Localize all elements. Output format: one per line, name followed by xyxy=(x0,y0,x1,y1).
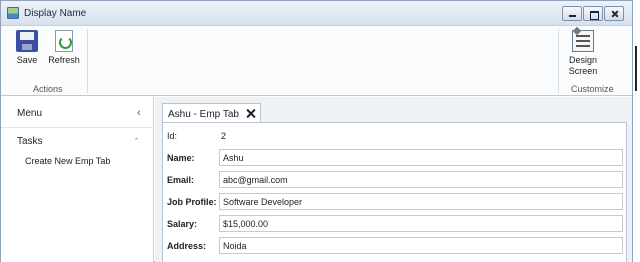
email-row: Email: xyxy=(167,171,625,189)
design-screen-button[interactable]: Design Screen xyxy=(561,30,605,76)
name-label: Name: xyxy=(167,153,195,163)
refresh-button[interactable]: Refresh xyxy=(45,30,83,65)
save-button[interactable]: Save xyxy=(13,30,41,65)
chevron-left-icon[interactable]: ‹ xyxy=(137,108,141,119)
tab-ashu-emp[interactable]: Ashu - Emp Tab xyxy=(162,103,261,123)
customize-group-label: Customize xyxy=(571,84,614,94)
tab-label: Ashu - Emp Tab xyxy=(168,109,239,120)
job-profile-field[interactable] xyxy=(219,193,623,210)
chevron-up-icon[interactable]: ˆ xyxy=(135,137,138,147)
close-icon[interactable] xyxy=(245,108,257,120)
save-icon xyxy=(16,30,38,52)
window-title: Display Name xyxy=(24,8,87,19)
design-label-line1: Design xyxy=(568,55,597,65)
refresh-label: Refresh xyxy=(48,55,80,65)
sidebar-item-create-new-emp-tab[interactable]: Create New Emp Tab xyxy=(25,156,110,166)
salary-row: Salary: xyxy=(167,215,625,233)
save-label: Save xyxy=(16,55,38,65)
design-screen-icon xyxy=(572,30,594,52)
minimize-button[interactable] xyxy=(562,6,582,21)
address-row: Address: xyxy=(167,237,625,255)
app-window: Display Name Save Refresh Actions Design… xyxy=(0,0,633,262)
design-label-line2: Screen xyxy=(568,66,598,76)
job-profile-row: Job Profile: xyxy=(167,193,625,211)
name-field[interactable] xyxy=(219,149,623,166)
tasks-title[interactable]: Tasks xyxy=(17,136,43,147)
id-value: 2 xyxy=(221,131,227,141)
refresh-icon xyxy=(55,30,73,52)
id-label: Id: xyxy=(167,131,178,141)
ribbon-divider xyxy=(87,29,88,93)
app-icon xyxy=(7,7,19,19)
maximize-button[interactable] xyxy=(583,6,603,21)
salary-field[interactable] xyxy=(219,215,623,232)
title-bar: Display Name xyxy=(1,1,632,26)
sidebar: Menu ‹ Tasks ˆ Create New Emp Tab xyxy=(1,97,154,262)
email-label: Email: xyxy=(167,175,195,185)
address-field[interactable] xyxy=(219,237,623,254)
menu-header[interactable]: Menu ‹ xyxy=(1,97,153,128)
salary-label: Salary: xyxy=(167,219,198,229)
menu-title: Menu xyxy=(17,108,43,119)
main-area: Ashu - Emp Tab Id: 2 Name: Email: Job Pr… xyxy=(155,97,632,262)
job-profile-label: Job Profile: xyxy=(167,197,217,207)
ribbon: Save Refresh Actions Design Screen Custo… xyxy=(1,26,632,96)
close-window-button[interactable] xyxy=(604,6,624,21)
id-row: Id: 2 xyxy=(167,127,625,145)
name-row: Name: xyxy=(167,149,625,167)
background-window-edge xyxy=(633,26,640,262)
actions-group-label: Actions xyxy=(33,84,63,94)
ribbon-divider xyxy=(558,29,559,93)
email-field[interactable] xyxy=(219,171,623,188)
employee-form: Id: 2 Name: Email: Job Profile: Salary: … xyxy=(162,122,627,262)
address-label: Address: xyxy=(167,241,207,251)
window-controls xyxy=(562,6,624,21)
